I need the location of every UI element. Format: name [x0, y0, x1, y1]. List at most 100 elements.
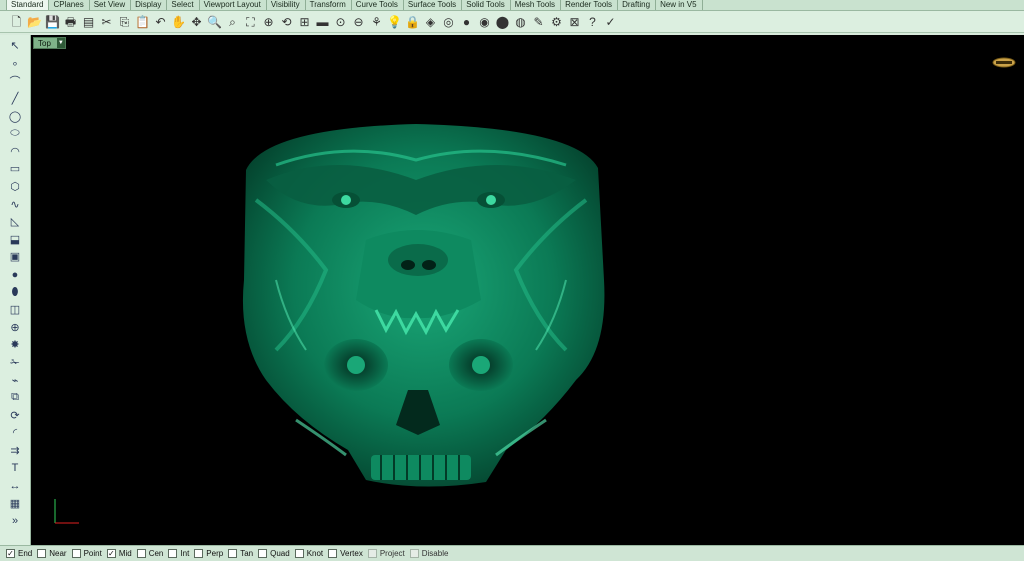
pan-hand-icon[interactable]: ✋	[170, 13, 187, 30]
top-viewport[interactable]: Top ▼	[31, 35, 1024, 545]
osnap-checkbox[interactable]	[294, 549, 304, 558]
osnap-checkbox[interactable]: ✓	[106, 549, 116, 558]
zoom-icon[interactable]: 🔍	[206, 13, 223, 30]
osnap-near[interactable]: Near	[37, 549, 67, 558]
color-wheel-icon[interactable]: ◎	[440, 13, 457, 30]
select-arrow-icon[interactable]: ↖	[5, 37, 25, 55]
print-icon[interactable]: 🖶	[62, 13, 79, 30]
import-icon[interactable]: ▤	[80, 13, 97, 30]
transform-icon[interactable]: ⟳	[5, 406, 25, 424]
tab-visibility[interactable]: Visibility	[267, 0, 306, 10]
tab-solid-tools[interactable]: Solid Tools	[462, 0, 511, 10]
osnap-project[interactable]: Project	[367, 549, 405, 558]
fillet-icon[interactable]: ◜	[5, 424, 25, 442]
osnap-knot[interactable]: Knot	[294, 549, 323, 558]
grid-snap-icon[interactable]: ⊙	[332, 13, 349, 30]
viewport-menu-arrow-icon[interactable]: ▼	[56, 38, 65, 48]
material-sphere-icon[interactable]: ⬤	[494, 13, 511, 30]
cut-icon[interactable]: ✂	[98, 13, 115, 30]
polygon-icon[interactable]: ⬡	[5, 178, 25, 196]
tab-display[interactable]: Display	[131, 0, 168, 10]
osnap-checkbox[interactable]	[367, 549, 377, 558]
shaded-sphere-icon[interactable]: ◉	[476, 13, 493, 30]
rotate-view-icon[interactable]: ⟲	[278, 13, 295, 30]
osnap-checkbox[interactable]: ✓	[6, 549, 15, 558]
osnap-checkbox[interactable]	[71, 549, 81, 558]
viewport-label[interactable]: Top ▼	[33, 37, 66, 49]
properties-icon[interactable]: ✎	[530, 13, 547, 30]
render-sphere-icon[interactable]: ●	[458, 13, 475, 30]
block-icon[interactable]: ▦	[5, 494, 25, 512]
light-icon[interactable]: 💡	[386, 13, 403, 30]
tab-curve-tools[interactable]: Curve Tools	[352, 0, 404, 10]
osnap-checkbox[interactable]	[194, 549, 204, 558]
surface-icon[interactable]: ◺	[5, 213, 25, 231]
osnap-cen[interactable]: Cen	[136, 549, 163, 558]
help-icon[interactable]: ?	[584, 13, 601, 30]
text-icon[interactable]: T	[5, 459, 25, 477]
zoom-selected-icon[interactable]: ⊕	[260, 13, 277, 30]
osnap-quad[interactable]: Quad	[258, 549, 290, 558]
navigation-widget-icon[interactable]	[992, 57, 1016, 68]
four-viewports-icon[interactable]: ⊞	[296, 13, 313, 30]
rectangle-icon[interactable]: ▭	[5, 160, 25, 178]
sphere-icon[interactable]: ●	[5, 266, 25, 284]
cylinder-icon[interactable]: ⬮	[5, 283, 25, 301]
tab-render-tools[interactable]: Render Tools	[561, 0, 619, 10]
tab-surface-tools[interactable]: Surface Tools	[404, 0, 463, 10]
point-icon[interactable]: ∘	[5, 55, 25, 73]
osnap-checkbox[interactable]	[136, 549, 146, 558]
paste-icon[interactable]: 📋	[134, 13, 151, 30]
mesh-icon[interactable]: ◫	[5, 301, 25, 319]
osnap-end[interactable]: ✓ End	[6, 549, 32, 558]
tab-transform[interactable]: Transform	[306, 0, 352, 10]
osnap-checkbox[interactable]	[37, 549, 47, 558]
circle-icon[interactable]: ◯	[5, 107, 25, 125]
box-icon[interactable]: ▣	[5, 248, 25, 266]
cplane-icon[interactable]: ▬	[314, 13, 331, 30]
group-icon[interactable]: ⧉	[5, 389, 25, 407]
osnap-int[interactable]: Int	[168, 549, 189, 558]
tab-viewport-layout[interactable]: Viewport Layout	[200, 0, 267, 10]
zoom-window-icon[interactable]: ⌕	[224, 13, 241, 30]
offset-icon[interactable]: ⇉	[5, 442, 25, 460]
line-icon[interactable]: ╱	[5, 90, 25, 108]
grid-icon[interactable]: ⊠	[566, 13, 583, 30]
osnap-checkbox[interactable]	[228, 549, 238, 558]
undo-icon[interactable]: ↶	[152, 13, 169, 30]
lock-icon[interactable]: 🔒	[404, 13, 421, 30]
layers-icon[interactable]: ◈	[422, 13, 439, 30]
osnap-vertex[interactable]: Vertex	[328, 549, 363, 558]
tab-set-view[interactable]: Set View	[90, 0, 132, 10]
tab-standard[interactable]: Standard	[6, 0, 50, 10]
arc-icon[interactable]: ◠	[5, 143, 25, 161]
settings-gear-icon[interactable]: ⚙	[548, 13, 565, 30]
extrude-icon[interactable]: ⬓	[5, 231, 25, 249]
wolf-skull-mesh-model[interactable]	[236, 120, 606, 490]
new-file-icon[interactable]: 🗋	[8, 13, 25, 30]
tab-new-in-v5[interactable]: New in V5	[656, 0, 703, 10]
split-icon[interactable]: ⌁	[5, 371, 25, 389]
tab-select[interactable]: Select	[167, 0, 200, 10]
osnap-mid[interactable]: ✓ Mid	[106, 549, 132, 558]
save-icon[interactable]: 💾	[44, 13, 61, 30]
polyline-icon[interactable]: ⌒	[5, 72, 25, 90]
osnap-perp[interactable]: Perp	[194, 549, 223, 558]
select-icon[interactable]: ⚘	[368, 13, 385, 30]
osnap-checkbox[interactable]	[409, 549, 419, 558]
osnap-checkbox[interactable]	[168, 549, 178, 558]
tab-mesh-tools[interactable]: Mesh Tools	[511, 0, 562, 10]
solid-tools-icon[interactable]: ⊕	[5, 319, 25, 337]
ortho-icon[interactable]: ⊖	[350, 13, 367, 30]
copy-icon[interactable]: ⎘	[116, 13, 133, 30]
environment-sphere-icon[interactable]: ◍	[512, 13, 529, 30]
osnap-tan[interactable]: Tan	[228, 549, 253, 558]
osnap-checkbox[interactable]	[258, 549, 268, 558]
move-view-icon[interactable]: ✥	[188, 13, 205, 30]
explode-icon[interactable]: ✸	[5, 336, 25, 354]
osnap-disable[interactable]: Disable	[409, 549, 448, 558]
curve-icon[interactable]: ∿	[5, 195, 25, 213]
ellipse-icon[interactable]: ⬭	[5, 125, 25, 143]
more-icon[interactable]: »	[5, 512, 25, 530]
zoom-extents-icon[interactable]: ⛶	[242, 13, 259, 30]
